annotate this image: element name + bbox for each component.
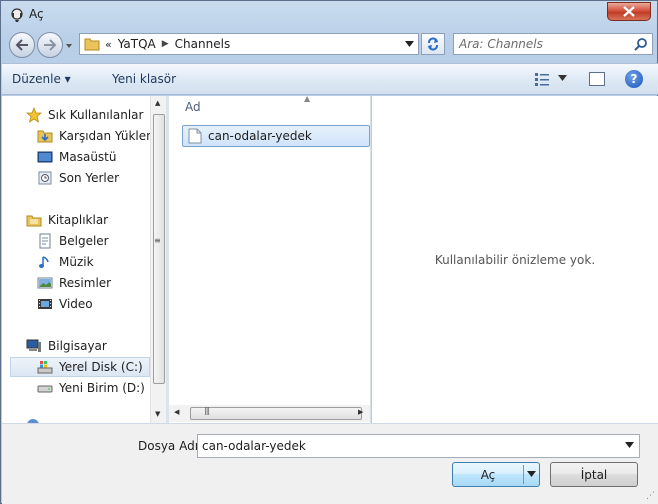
refresh-button[interactable] bbox=[421, 33, 445, 55]
filename-dropdown-icon[interactable] bbox=[625, 442, 634, 449]
address-dropdown-icon[interactable] bbox=[405, 40, 414, 48]
file-list: Ad ▲ can-odalar-yedek ◀ ||| ▶ bbox=[169, 94, 371, 423]
scroll-up-icon[interactable]: ▲ bbox=[155, 99, 160, 107]
sidebar-item-label: Son Yerler bbox=[59, 171, 120, 185]
sidebar-item-pictures[interactable]: Resimler bbox=[37, 273, 166, 293]
sidebar-item-video[interactable]: Video bbox=[37, 294, 166, 314]
sidebar-item-recent[interactable]: Son Yerler bbox=[37, 168, 166, 188]
breadcrumb-channels[interactable]: Channels bbox=[175, 37, 231, 51]
scroll-down-icon[interactable]: ▼ bbox=[155, 410, 160, 418]
preview-empty-text: Kullanılabilir önizleme yok. bbox=[434, 253, 596, 267]
downloads-folder-icon bbox=[37, 130, 53, 143]
scroll-thumb[interactable] bbox=[153, 114, 165, 384]
sort-ascending-icon: ▲ bbox=[304, 94, 311, 103]
drive-icon bbox=[37, 385, 53, 393]
grip-icon: ||| bbox=[204, 406, 210, 415]
split-divider bbox=[523, 465, 524, 484]
filename-label: Dosya Adı: bbox=[138, 439, 203, 453]
command-bar: Düzenle ▾ Yeni klasör ? bbox=[2, 63, 658, 95]
search-input[interactable]: Ara: Channels bbox=[453, 33, 653, 55]
organize-button[interactable]: Düzenle ▾ bbox=[12, 72, 71, 86]
sidebar-item-desktop[interactable]: Masaüstü bbox=[37, 147, 166, 167]
help-button[interactable]: ? bbox=[625, 70, 643, 88]
sidebar-item-downloads[interactable]: Karşıdan Yüklem bbox=[37, 126, 166, 146]
resize-grip-icon[interactable]: ⋰ bbox=[646, 491, 655, 501]
sidebar-item-label: Resimler bbox=[59, 276, 112, 290]
views-icon[interactable] bbox=[534, 72, 550, 86]
sidebar-group-label: Kitaplıklar bbox=[48, 213, 109, 227]
dialog-footer: Dosya Adı: can-odalar-yedek Aç İptal ⋰ bbox=[2, 423, 658, 504]
filename-input[interactable]: can-odalar-yedek bbox=[197, 434, 640, 458]
system-drive-icon bbox=[37, 361, 53, 374]
navigation-pane: Sık Kullanılanlar Karşıdan Yüklem Masaüs… bbox=[2, 96, 166, 423]
sidebar-item-label: Belgeler bbox=[59, 234, 109, 248]
search-placeholder: Ara: Channels bbox=[459, 37, 543, 51]
sidebar-item-label: Masaüstü bbox=[59, 150, 117, 164]
pictures-icon bbox=[37, 277, 53, 289]
scroll-right-icon[interactable]: ▶ bbox=[358, 408, 363, 416]
desktop-icon bbox=[37, 151, 53, 163]
sidebar-scrollbar[interactable]: ▲ ≡ ▼ bbox=[150, 96, 166, 423]
sidebar-group-favorites[interactable]: Sık Kullanılanlar bbox=[26, 105, 166, 125]
filename-value: can-odalar-yedek bbox=[202, 439, 306, 453]
sidebar-item-label: Video bbox=[59, 297, 93, 311]
cancel-button[interactable]: İptal bbox=[550, 462, 638, 487]
open-button[interactable]: Aç bbox=[452, 462, 540, 487]
refresh-icon bbox=[428, 37, 438, 51]
music-icon bbox=[39, 256, 49, 268]
file-name: can-odalar-yedek bbox=[208, 129, 312, 143]
close-button[interactable] bbox=[607, 2, 651, 21]
sidebar-item-label: Yeni Birim (D:) bbox=[59, 381, 145, 395]
star-icon bbox=[26, 107, 42, 123]
sidebar-item-drive-d[interactable]: Yeni Birim (D:) bbox=[37, 378, 166, 398]
sidebar-item-documents[interactable]: Belgeler bbox=[37, 231, 166, 251]
forward-arrow-icon bbox=[44, 39, 57, 51]
sidebar-item-music[interactable]: Müzik bbox=[37, 252, 166, 272]
back-button[interactable] bbox=[9, 32, 35, 58]
title-bar[interactable]: Aç bbox=[1, 1, 657, 29]
address-row: « YaTQA ▶ Channels Ara: Channels bbox=[1, 29, 657, 61]
preview-pane: Kullanılabilir önizleme yok. bbox=[372, 96, 658, 423]
recent-places-icon bbox=[38, 171, 52, 185]
grip-icon: ≡ bbox=[154, 236, 161, 245]
column-header-name[interactable]: Ad ▲ bbox=[169, 94, 371, 116]
close-icon bbox=[623, 6, 635, 17]
sidebar-item-label: Yerel Disk (C:) bbox=[59, 360, 143, 374]
forward-button[interactable] bbox=[37, 32, 63, 58]
scroll-thumb[interactable] bbox=[190, 407, 362, 420]
sidebar-group-computer[interactable]: Bilgisayar bbox=[26, 336, 166, 356]
sidebar-item-label: Karşıdan Yüklem bbox=[59, 129, 158, 143]
sidebar-item-label: Müzik bbox=[59, 255, 94, 269]
breadcrumb-chevron-icon[interactable]: ▶ bbox=[162, 39, 169, 49]
views-dropdown-icon[interactable] bbox=[558, 75, 567, 82]
video-icon bbox=[38, 299, 52, 309]
new-folder-button[interactable]: Yeni klasör bbox=[112, 72, 176, 86]
window-title: Aç bbox=[29, 7, 44, 21]
search-icon[interactable] bbox=[634, 37, 648, 51]
breadcrumb-yatqa[interactable]: YaTQA bbox=[118, 37, 156, 51]
dialog-window: Aç « YaTQA ▶ Channels Ara: Channels Düze… bbox=[0, 0, 658, 504]
open-options-dropdown-icon[interactable] bbox=[527, 471, 536, 478]
file-icon bbox=[188, 128, 202, 144]
computer-icon bbox=[26, 339, 41, 352]
open-button-label: Aç bbox=[480, 467, 496, 482]
address-bar[interactable]: « YaTQA ▶ Channels bbox=[79, 33, 419, 55]
sidebar-group-libraries[interactable]: Kitaplıklar bbox=[26, 210, 166, 230]
sidebar-group-label: Bilgisayar bbox=[48, 339, 107, 353]
breadcrumb-overflow[interactable]: « bbox=[105, 38, 112, 51]
libraries-icon bbox=[26, 215, 42, 227]
list-item[interactable]: can-odalar-yedek bbox=[182, 125, 370, 147]
scroll-left-icon[interactable]: ◀ bbox=[174, 408, 179, 416]
app-icon bbox=[11, 8, 23, 22]
column-header-label: Ad bbox=[185, 100, 201, 114]
documents-icon bbox=[39, 233, 51, 249]
folder-icon bbox=[84, 38, 100, 51]
back-arrow-icon bbox=[15, 39, 28, 51]
sidebar-group-label: Sık Kullanılanlar bbox=[48, 108, 144, 122]
horizontal-scrollbar[interactable]: ◀ ||| ▶ bbox=[169, 405, 370, 422]
preview-pane-button[interactable] bbox=[589, 72, 605, 86]
sidebar-item-local-disk-c[interactable]: Yerel Disk (C:) bbox=[10, 357, 150, 377]
recent-locations-dropdown[interactable] bbox=[64, 41, 74, 51]
